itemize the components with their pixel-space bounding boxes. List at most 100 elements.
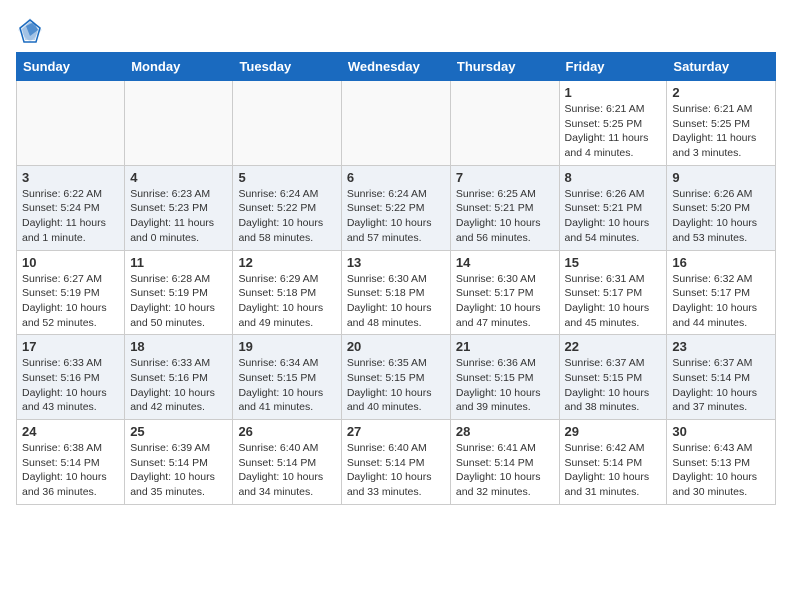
weekday-header: Wednesday	[341, 53, 450, 81]
day-info: Sunrise: 6:43 AM Sunset: 5:13 PM Dayligh…	[672, 441, 770, 500]
calendar-cell	[341, 81, 450, 166]
day-number: 17	[22, 339, 119, 354]
calendar-cell	[450, 81, 559, 166]
calendar-cell: 21 Sunrise: 6:36 AM Sunset: 5:15 PM Dayli…	[450, 335, 559, 420]
weekday-header: Saturday	[667, 53, 776, 81]
day-info: Sunrise: 6:24 AM Sunset: 5:22 PM Dayligh…	[347, 187, 445, 246]
calendar-cell: 26 Sunrise: 6:40 AM Sunset: 5:14 PM Dayli…	[233, 420, 341, 505]
calendar-week-row: 17 Sunrise: 6:33 AM Sunset: 5:16 PM Dayli…	[17, 335, 776, 420]
day-info: Sunrise: 6:28 AM Sunset: 5:19 PM Dayligh…	[130, 272, 227, 331]
day-info: Sunrise: 6:25 AM Sunset: 5:21 PM Dayligh…	[456, 187, 554, 246]
day-number: 1	[565, 85, 662, 100]
day-info: Sunrise: 6:24 AM Sunset: 5:22 PM Dayligh…	[238, 187, 335, 246]
calendar-cell: 11 Sunrise: 6:28 AM Sunset: 5:19 PM Dayli…	[125, 250, 233, 335]
day-number: 24	[22, 424, 119, 439]
day-info: Sunrise: 6:37 AM Sunset: 5:15 PM Dayligh…	[565, 356, 662, 415]
day-number: 15	[565, 255, 662, 270]
weekday-header: Monday	[125, 53, 233, 81]
day-number: 12	[238, 255, 335, 270]
calendar-week-row: 24 Sunrise: 6:38 AM Sunset: 5:14 PM Dayli…	[17, 420, 776, 505]
day-number: 14	[456, 255, 554, 270]
calendar-cell: 23 Sunrise: 6:37 AM Sunset: 5:14 PM Dayli…	[667, 335, 776, 420]
day-number: 9	[672, 170, 770, 185]
day-number: 11	[130, 255, 227, 270]
day-info: Sunrise: 6:38 AM Sunset: 5:14 PM Dayligh…	[22, 441, 119, 500]
calendar-cell: 3Sunrise: 6:22 AM Sunset: 5:24 PM Daylig…	[17, 165, 125, 250]
weekday-header: Thursday	[450, 53, 559, 81]
calendar-cell: 5 Sunrise: 6:24 AM Sunset: 5:22 PM Daylig…	[233, 165, 341, 250]
day-number: 25	[130, 424, 227, 439]
day-number: 27	[347, 424, 445, 439]
day-number: 21	[456, 339, 554, 354]
day-info: Sunrise: 6:36 AM Sunset: 5:15 PM Dayligh…	[456, 356, 554, 415]
day-number: 30	[672, 424, 770, 439]
day-number: 3	[22, 170, 119, 185]
day-info: Sunrise: 6:33 AM Sunset: 5:16 PM Dayligh…	[130, 356, 227, 415]
calendar-cell: 1 Sunrise: 6:21 AM Sunset: 5:25 PM Daylig…	[559, 81, 667, 166]
calendar-cell: 2 Sunrise: 6:21 AM Sunset: 5:25 PM Daylig…	[667, 81, 776, 166]
calendar-cell	[125, 81, 233, 166]
calendar-cell: 17Sunrise: 6:33 AM Sunset: 5:16 PM Dayli…	[17, 335, 125, 420]
day-number: 2	[672, 85, 770, 100]
day-info: Sunrise: 6:35 AM Sunset: 5:15 PM Dayligh…	[347, 356, 445, 415]
calendar-cell: 14 Sunrise: 6:30 AM Sunset: 5:17 PM Dayli…	[450, 250, 559, 335]
calendar-cell: 25 Sunrise: 6:39 AM Sunset: 5:14 PM Dayli…	[125, 420, 233, 505]
day-number: 8	[565, 170, 662, 185]
calendar-cell: 20Sunrise: 6:35 AM Sunset: 5:15 PM Dayli…	[341, 335, 450, 420]
day-info: Sunrise: 6:40 AM Sunset: 5:14 PM Dayligh…	[347, 441, 445, 500]
day-number: 19	[238, 339, 335, 354]
day-info: Sunrise: 6:26 AM Sunset: 5:20 PM Dayligh…	[672, 187, 770, 246]
calendar-cell: 19 Sunrise: 6:34 AM Sunset: 5:15 PM Dayli…	[233, 335, 341, 420]
day-info: Sunrise: 6:27 AM Sunset: 5:19 PM Dayligh…	[22, 272, 119, 331]
calendar-cell: 28 Sunrise: 6:41 AM Sunset: 5:14 PM Dayli…	[450, 420, 559, 505]
calendar-cell: 9 Sunrise: 6:26 AM Sunset: 5:20 PM Daylig…	[667, 165, 776, 250]
day-info: Sunrise: 6:23 AM Sunset: 5:23 PM Dayligh…	[130, 187, 227, 246]
day-info: Sunrise: 6:39 AM Sunset: 5:14 PM Dayligh…	[130, 441, 227, 500]
day-info: Sunrise: 6:42 AM Sunset: 5:14 PM Dayligh…	[565, 441, 662, 500]
calendar-cell	[17, 81, 125, 166]
calendar-cell: 18 Sunrise: 6:33 AM Sunset: 5:16 PM Dayli…	[125, 335, 233, 420]
day-info: Sunrise: 6:29 AM Sunset: 5:18 PM Dayligh…	[238, 272, 335, 331]
calendar-cell	[233, 81, 341, 166]
calendar-week-row: 3Sunrise: 6:22 AM Sunset: 5:24 PM Daylig…	[17, 165, 776, 250]
day-info: Sunrise: 6:32 AM Sunset: 5:17 PM Dayligh…	[672, 272, 770, 331]
calendar-cell: 29 Sunrise: 6:42 AM Sunset: 5:14 PM Dayli…	[559, 420, 667, 505]
calendar-cell: 8 Sunrise: 6:26 AM Sunset: 5:21 PM Daylig…	[559, 165, 667, 250]
day-info: Sunrise: 6:21 AM Sunset: 5:25 PM Dayligh…	[565, 102, 662, 161]
logo	[16, 16, 48, 44]
day-info: Sunrise: 6:34 AM Sunset: 5:15 PM Dayligh…	[238, 356, 335, 415]
day-info: Sunrise: 6:21 AM Sunset: 5:25 PM Dayligh…	[672, 102, 770, 161]
weekday-header: Sunday	[17, 53, 125, 81]
calendar-cell: 15 Sunrise: 6:31 AM Sunset: 5:17 PM Dayli…	[559, 250, 667, 335]
calendar-cell: 13 Sunrise: 6:30 AM Sunset: 5:18 PM Dayli…	[341, 250, 450, 335]
day-number: 28	[456, 424, 554, 439]
calendar-cell: 16 Sunrise: 6:32 AM Sunset: 5:17 PM Dayli…	[667, 250, 776, 335]
day-number: 26	[238, 424, 335, 439]
day-number: 18	[130, 339, 227, 354]
day-info: Sunrise: 6:30 AM Sunset: 5:17 PM Dayligh…	[456, 272, 554, 331]
day-number: 6	[347, 170, 445, 185]
calendar-cell: 22Sunrise: 6:37 AM Sunset: 5:15 PM Dayli…	[559, 335, 667, 420]
day-number: 7	[456, 170, 554, 185]
day-info: Sunrise: 6:30 AM Sunset: 5:18 PM Dayligh…	[347, 272, 445, 331]
day-number: 16	[672, 255, 770, 270]
calendar-cell: 24 Sunrise: 6:38 AM Sunset: 5:14 PM Dayli…	[17, 420, 125, 505]
weekday-header: Tuesday	[233, 53, 341, 81]
day-info: Sunrise: 6:40 AM Sunset: 5:14 PM Dayligh…	[238, 441, 335, 500]
calendar-cell: 6 Sunrise: 6:24 AM Sunset: 5:22 PM Daylig…	[341, 165, 450, 250]
day-number: 5	[238, 170, 335, 185]
day-info: Sunrise: 6:41 AM Sunset: 5:14 PM Dayligh…	[456, 441, 554, 500]
day-number: 23	[672, 339, 770, 354]
logo-icon	[16, 16, 44, 44]
calendar-header-row: SundayMondayTuesdayWednesdayThursdayFrid…	[17, 53, 776, 81]
day-info: Sunrise: 6:26 AM Sunset: 5:21 PM Dayligh…	[565, 187, 662, 246]
day-info: Sunrise: 6:31 AM Sunset: 5:17 PM Dayligh…	[565, 272, 662, 331]
calendar-week-row: 10Sunrise: 6:27 AM Sunset: 5:19 PM Dayli…	[17, 250, 776, 335]
day-info: Sunrise: 6:37 AM Sunset: 5:14 PM Dayligh…	[672, 356, 770, 415]
calendar-cell: 27 Sunrise: 6:40 AM Sunset: 5:14 PM Dayli…	[341, 420, 450, 505]
day-number: 29	[565, 424, 662, 439]
day-number: 13	[347, 255, 445, 270]
calendar-week-row: 1 Sunrise: 6:21 AM Sunset: 5:25 PM Daylig…	[17, 81, 776, 166]
calendar-cell: 30 Sunrise: 6:43 AM Sunset: 5:13 PM Dayli…	[667, 420, 776, 505]
weekday-header: Friday	[559, 53, 667, 81]
